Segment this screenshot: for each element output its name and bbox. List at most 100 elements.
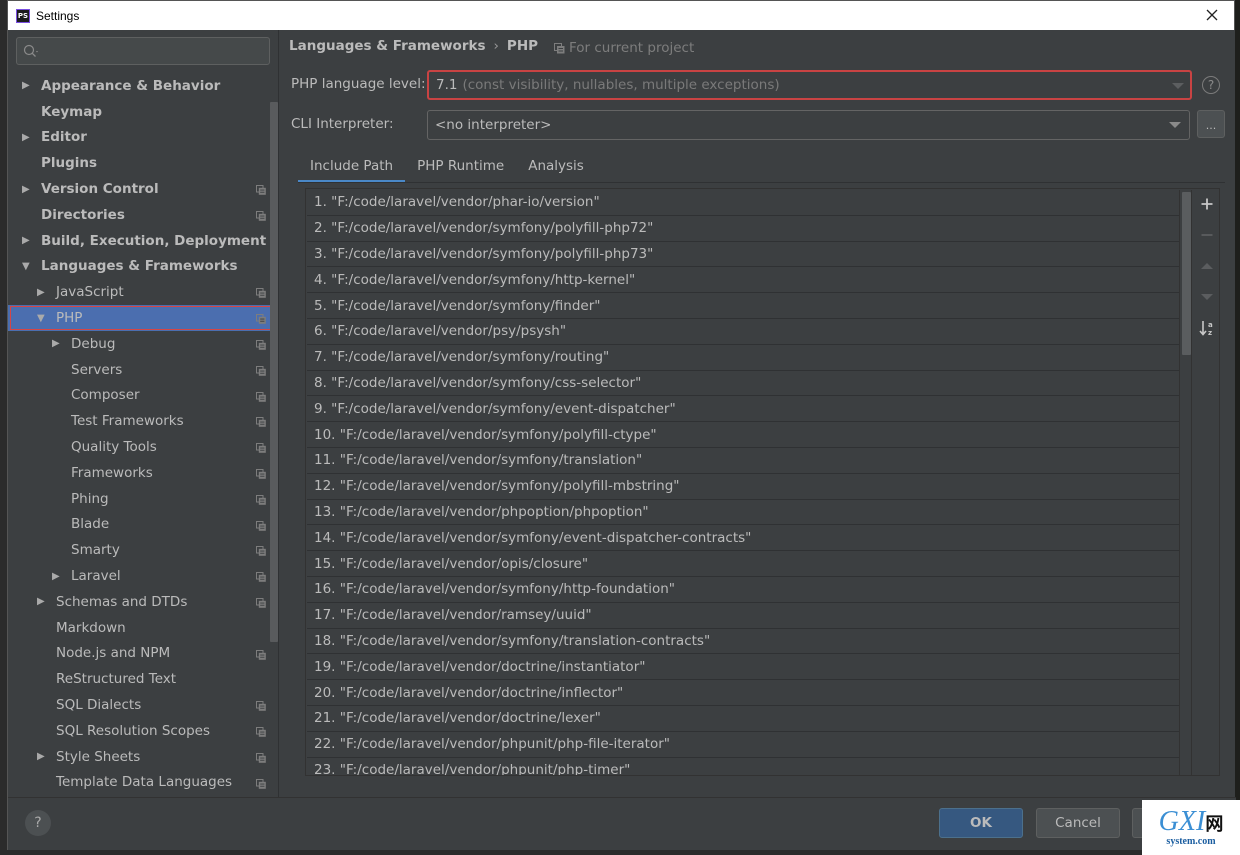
sidebar-item-frameworks[interactable]: Frameworks — [8, 460, 270, 486]
sidebar-item-label: SQL Dialects — [56, 697, 142, 714]
tab-php-runtime[interactable]: PHP Runtime — [405, 148, 516, 183]
sidebar-item-smarty[interactable]: Smarty — [8, 537, 270, 563]
include-path-row[interactable]: 8. "F:/code/laravel/vendor/symfony/css-s… — [307, 370, 1179, 397]
project-scope-icon — [256, 700, 266, 711]
sidebar-item-template-data-languages[interactable]: Template Data Languages — [8, 770, 270, 796]
sort-button[interactable]: az — [1194, 315, 1220, 341]
include-path-row[interactable]: 16. "F:/code/laravel/vendor/symfony/http… — [307, 576, 1179, 603]
list-scrollbar[interactable] — [1179, 190, 1192, 775]
close-button[interactable] — [1202, 5, 1222, 25]
project-scope-icon — [256, 726, 266, 737]
include-path-row[interactable]: 12. "F:/code/laravel/vendor/symfony/poly… — [307, 473, 1179, 500]
sidebar-item-schemas-and-dtds[interactable]: ▶ Schemas and DTDs — [8, 589, 270, 615]
include-path-row[interactable]: 10. "F:/code/laravel/vendor/symfony/poly… — [307, 422, 1179, 448]
sidebar-item-blade[interactable]: Blade — [8, 512, 270, 538]
sidebar-item-editor[interactable]: ▶ Editor — [8, 125, 270, 151]
sidebar-item-javascript[interactable]: ▶ JavaScript — [8, 279, 270, 305]
sidebar-item-appearance-behavior[interactable]: ▶ Appearance & Behavior — [8, 73, 270, 99]
collapsed-arrow-icon[interactable]: ▶ — [37, 596, 49, 607]
include-path-row[interactable]: 6. "F:/code/laravel/vendor/psy/psysh" — [307, 318, 1179, 345]
sidebar-item-composer[interactable]: Composer — [8, 383, 270, 409]
sidebar-item-laravel[interactable]: ▶ Laravel — [8, 563, 270, 589]
collapsed-arrow-icon[interactable]: ▶ — [22, 184, 34, 195]
sidebar-scrollbar[interactable] — [270, 102, 278, 642]
include-path-row[interactable]: 13. "F:/code/laravel/vendor/phpoption/ph… — [307, 499, 1179, 526]
sidebar-item-php[interactable]: ▼ PHP — [8, 305, 276, 331]
search-icon — [23, 44, 38, 57]
sidebar-item-label: Blade — [71, 516, 110, 533]
include-path-row[interactable]: 20. "F:/code/laravel/vendor/doctrine/inf… — [307, 680, 1179, 706]
sidebar-item-keymap[interactable]: Keymap — [8, 99, 270, 125]
sidebar-item-quality-tools[interactable]: Quality Tools — [8, 434, 270, 460]
breadcrumb-parent[interactable]: Languages & Frameworks — [289, 38, 486, 54]
include-path-row[interactable]: 15. "F:/code/laravel/vendor/opis/closure… — [307, 551, 1179, 577]
cancel-button[interactable]: Cancel — [1036, 808, 1120, 838]
sidebar-item-style-sheets[interactable]: ▶ Style Sheets — [8, 744, 270, 770]
sidebar-item-plugins[interactable]: Plugins — [8, 150, 270, 176]
collapsed-arrow-icon[interactable]: ▶ — [52, 571, 64, 582]
breadcrumb-separator: › — [493, 38, 499, 54]
include-path-row[interactable]: 5. "F:/code/laravel/vendor/symfony/finde… — [307, 293, 1179, 319]
include-path-row[interactable]: 19. "F:/code/laravel/vendor/doctrine/ins… — [307, 654, 1179, 681]
add-path-button[interactable] — [1194, 191, 1220, 217]
sidebar-item-label: Composer — [71, 387, 140, 404]
include-path-row[interactable]: 22. "F:/code/laravel/vendor/phpunit/php-… — [307, 731, 1179, 758]
collapsed-arrow-icon[interactable]: ▶ — [37, 287, 49, 298]
include-path-row[interactable]: 3. "F:/code/laravel/vendor/symfony/polyf… — [307, 241, 1179, 268]
sidebar-item-sql-resolution-scopes[interactable]: SQL Resolution Scopes — [8, 718, 270, 744]
sidebar-item-directories[interactable]: Directories — [8, 202, 270, 228]
include-path-row[interactable]: 9. "F:/code/laravel/vendor/symfony/event… — [307, 396, 1179, 423]
chevron-down-icon — [1172, 83, 1184, 89]
sidebar-item-debug[interactable]: ▶ Debug — [8, 331, 270, 357]
sidebar-item-label: Phing — [71, 490, 109, 507]
sidebar-item-restructured-text[interactable]: ReStructured Text — [8, 666, 270, 692]
collapsed-arrow-icon[interactable]: ▶ — [22, 235, 34, 246]
sidebar-item-sql-dialects[interactable]: SQL Dialects — [8, 692, 270, 718]
sidebar-item-markdown[interactable]: Markdown — [8, 615, 270, 641]
sidebar-item-test-frameworks[interactable]: Test Frameworks — [8, 408, 270, 434]
include-path-row[interactable]: 14. "F:/code/laravel/vendor/symfony/even… — [307, 525, 1179, 552]
project-scope-icon — [256, 442, 266, 453]
collapsed-arrow-icon[interactable]: ▶ — [52, 338, 64, 349]
collapsed-arrow-icon[interactable]: ▶ — [22, 132, 34, 143]
include-path-row[interactable]: 23. "F:/code/laravel/vendor/phpunit/php-… — [307, 757, 1179, 775]
background-edge — [1235, 0, 1240, 855]
sidebar-item-build-execution-deployment[interactable]: ▶ Build, Execution, Deployment — [8, 228, 270, 254]
include-path-row[interactable]: 17. "F:/code/laravel/vendor/ramsey/uuid" — [307, 602, 1179, 629]
move-down-button[interactable] — [1194, 284, 1220, 310]
search-input[interactable] — [16, 37, 270, 65]
ok-button[interactable]: OK — [939, 808, 1023, 838]
tab-include-path[interactable]: Include Path — [298, 148, 406, 183]
collapsed-arrow-icon[interactable]: ▶ — [37, 751, 49, 762]
sidebar-item-label: Build, Execution, Deployment — [41, 232, 267, 249]
collapsed-arrow-icon[interactable]: ▶ — [22, 80, 34, 91]
include-path-row[interactable]: 21. "F:/code/laravel/vendor/doctrine/lex… — [307, 705, 1179, 732]
expanded-arrow-icon[interactable]: ▼ — [22, 261, 34, 272]
include-path-row[interactable]: 7. "F:/code/laravel/vendor/symfony/routi… — [307, 344, 1179, 371]
tab-analysis[interactable]: Analysis — [516, 148, 596, 183]
php-language-level-select[interactable]: 7.1 (const visibility, nullables, multip… — [427, 70, 1192, 100]
include-path-row[interactable]: 11. "F:/code/laravel/vendor/symfony/tran… — [307, 447, 1179, 474]
help-button[interactable]: ? — [25, 810, 51, 836]
include-path-row[interactable]: 4. "F:/code/laravel/vendor/symfony/http-… — [307, 267, 1179, 294]
sidebar-item-label: Frameworks — [71, 464, 153, 481]
sidebar-item-languages-frameworks[interactable]: ▼ Languages & Frameworks — [8, 254, 270, 280]
browse-interpreter-button[interactable]: ... — [1197, 110, 1225, 138]
sidebar-item-node-js-and-npm[interactable]: Node.js and NPM — [8, 641, 270, 667]
cli-interpreter-select[interactable]: <no interpreter> — [427, 110, 1190, 140]
include-path-row[interactable]: 2. "F:/code/laravel/vendor/symfony/polyf… — [307, 215, 1179, 242]
sidebar-item-version-control[interactable]: ▶ Version Control — [8, 176, 270, 202]
php-language-level-label: PHP language level: — [291, 76, 426, 92]
list-scrollbar-thumb[interactable] — [1182, 192, 1191, 355]
include-path-row[interactable]: 1. "F:/code/laravel/vendor/phar-io/versi… — [307, 190, 1179, 216]
search-field[interactable] — [45, 43, 265, 59]
help-icon[interactable]: ? — [1202, 76, 1220, 94]
project-scope-icon — [256, 468, 266, 479]
move-up-button[interactable] — [1194, 253, 1220, 279]
watermark-domain: system.com — [1166, 836, 1216, 847]
include-path-row[interactable]: 18. "F:/code/laravel/vendor/symfony/tran… — [307, 628, 1179, 655]
sidebar-item-servers[interactable]: Servers — [8, 357, 270, 383]
sidebar-item-phing[interactable]: Phing — [8, 486, 270, 512]
remove-path-button[interactable] — [1194, 222, 1220, 248]
expanded-arrow-icon[interactable]: ▼ — [37, 313, 49, 324]
